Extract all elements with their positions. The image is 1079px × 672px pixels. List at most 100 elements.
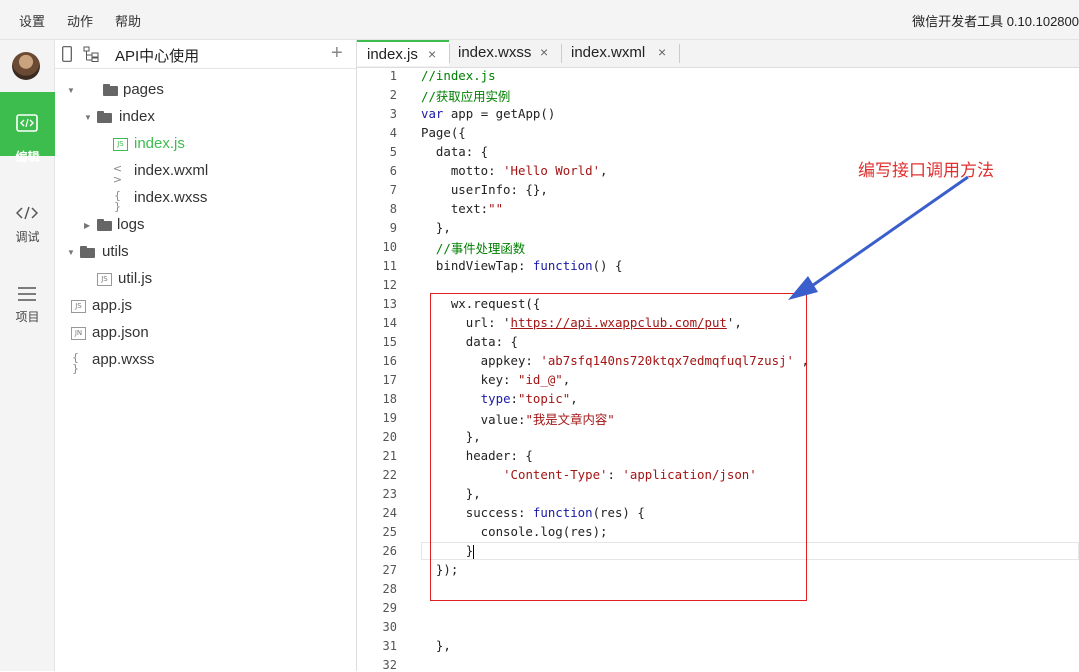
nav-edit[interactable]: 编辑 [0,92,55,164]
file-explorer-header: API中心使用 + [55,40,356,69]
code-line: url: 'https://api.wxappclub.com/put', [421,315,742,330]
menu-settings[interactable]: 设置 [19,11,45,30]
tree-item-label: app.wxss [92,351,155,368]
line-number: 6 [389,164,397,178]
line-number: 7 [389,183,397,197]
code-line: header: { [421,448,533,463]
close-tab-icon[interactable]: × [540,44,548,60]
tree-file-util-js[interactable]: JS util.js [55,266,355,293]
code-line: bindViewTap: function() { [421,258,623,273]
code-line: }, [421,486,481,501]
code-line: key: "id_@", [421,372,571,387]
tree-file-app-js[interactable]: JS app.js [55,293,355,320]
expanded-triangle-icon[interactable]: ▼ [67,86,75,95]
line-number: 31 [382,639,397,653]
tab-index-wxml[interactable]: index.wxml × [562,40,679,67]
line-number: 16 [382,354,397,368]
line-number: 27 [382,563,397,577]
expanded-triangle-icon[interactable]: ▼ [67,248,75,257]
wxss-file-icon: { } [72,351,79,375]
line-number: 14 [382,316,397,330]
code-line: data: { [421,334,518,349]
line-number: 19 [382,411,397,425]
line-number: 1 [389,69,397,83]
line-number: 15 [382,335,397,349]
nav-edit-label: 编辑 [15,150,40,164]
tree-folder-utils[interactable]: ▼ utils [55,239,355,266]
code-line: type:"topic", [480,391,578,406]
tree-file-app-wxss[interactable]: { } app.wxss [55,347,355,374]
tree-item-label: util.js [118,270,153,287]
tab-index-js[interactable]: index.js × [357,40,449,66]
line-number: 22 [382,468,397,482]
line-number: 2 [389,88,397,102]
line-number: 21 [382,449,397,463]
tree-folder-index[interactable]: ▼ index [55,104,355,131]
code-line: success: function(res) { [421,505,645,520]
tree-file-app-json[interactable]: JN app.json [55,320,355,347]
line-number: 8 [389,202,397,216]
nav-project[interactable]: 项目 [0,272,55,336]
editor-tab-bar: index.js × index.wxss × index.wxml × [357,40,1079,68]
tree-file-index-wxml[interactable]: < > index.wxml [55,158,355,185]
line-number: 5 [389,145,397,159]
code-line: }, [421,638,451,653]
close-tab-icon[interactable]: × [658,44,666,60]
code-line: }, [421,429,481,444]
phone-icon[interactable] [62,46,72,62]
nav-debug-label: 调试 [15,230,40,244]
line-number: 24 [382,506,397,520]
tree-folder-logs[interactable]: ▶ logs [55,212,355,239]
tab-label: index.js [367,46,418,63]
line-number: 3 [389,107,397,121]
tree-item-label: index.wxss [134,189,208,206]
current-line-highlight [421,542,1079,560]
nav-debug[interactable]: 调试 [0,192,55,256]
tree-item-label: index [119,108,155,125]
line-number: 26 [382,544,397,558]
line-number: 10 [382,240,397,254]
project-title: API中心使用 [115,48,200,65]
tree-folder-pages[interactable]: ▼ pages [55,77,355,104]
tab-index-wxss[interactable]: index.wxss × [450,40,561,67]
close-tab-icon[interactable]: × [428,46,436,62]
code-line: Page({ [421,125,466,140]
menu-actions[interactable]: 动作 [67,11,93,30]
tab-divider [679,44,680,63]
left-nav-bar: 编辑 调试 项目 [0,40,55,671]
line-number: 30 [382,620,397,634]
menu-bar: 设置 动作 帮助 微信开发者工具 0.10.102800 [0,0,1079,40]
menu-list-icon [18,287,36,301]
tree-item-label: app.js [92,297,133,314]
code-line: var app = getApp() [421,106,556,121]
js-file-icon: JS [113,138,128,151]
code-line: console.log(res); [421,524,608,539]
line-number: 13 [382,297,397,311]
debug-code-icon [16,206,38,220]
line-number: 17 [382,373,397,387]
tree-structure-icon[interactable] [83,46,99,62]
wxss-file-icon: { } [114,189,121,213]
tree-item-label: logs [117,216,145,233]
user-avatar[interactable] [12,52,40,80]
code-line: 'Content-Type': 'application/json' [503,467,757,482]
line-number: 11 [382,259,397,273]
code-line: text:"" [421,201,504,216]
code-line: //获取应用实例 [421,89,511,104]
line-number: 4 [389,126,397,140]
code-line: userInfo: {}, [421,182,548,197]
collapsed-triangle-icon[interactable]: ▶ [84,221,90,230]
add-file-icon[interactable]: + [331,42,343,65]
tree-file-index-wxss[interactable]: { } index.wxss [55,185,355,212]
code-editor: index.js × index.wxss × index.wxml × 1 2… [357,40,1079,672]
app-title: 微信开发者工具 0.10.102800 [912,14,1079,29]
code-line: motto: 'Hello World', [421,163,608,178]
text-cursor [473,544,475,559]
expanded-triangle-icon[interactable]: ▼ [84,113,92,122]
tree-item-label: app.json [92,324,149,341]
code-line: wx.request({ [421,296,541,311]
line-number: 9 [389,221,397,235]
menu-help[interactable]: 帮助 [115,11,141,30]
tree-file-index-js[interactable]: JS index.js [55,131,355,158]
code-line: appkey: 'ab7sfq140ns720ktqx7edmqfuql7zus… [421,353,809,368]
